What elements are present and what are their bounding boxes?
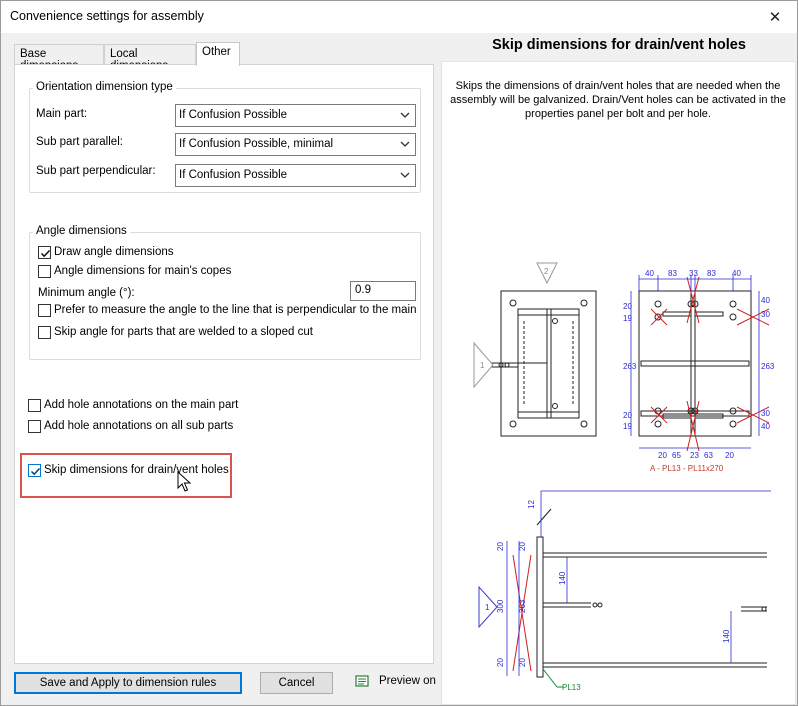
checkmark-icon: [30, 467, 41, 476]
main-part-value: If Confusion Possible: [179, 109, 288, 121]
weld-leader: [542, 668, 563, 688]
dim-right: 40: [761, 296, 770, 305]
dim-bottom: 20: [725, 451, 734, 460]
preview-label[interactable]: Preview on: [379, 675, 437, 687]
angle-copes-checkbox[interactable]: [38, 265, 51, 278]
dim-right: 40: [761, 422, 770, 431]
chevron-down-icon: [400, 141, 410, 147]
dim-right: 30: [761, 310, 770, 319]
weld-label: PL13: [562, 683, 581, 692]
view-marker-side: 1: [485, 603, 490, 612]
skip-drain-vent-checkbox[interactable]: [28, 464, 41, 477]
red-cross-marks: [650, 276, 770, 452]
skip-drain-vent-label: Skip dimensions for drain/vent holes: [44, 464, 229, 476]
dim-left: 19: [623, 422, 632, 431]
hole-annotations-sub-label: Add hole annotations on all sub parts: [44, 420, 234, 432]
skip-sloped-checkbox[interactable]: [38, 326, 51, 339]
view-marker-1: 1: [480, 361, 485, 370]
hole-annotations-main-label: Add hole annotations on the main part: [44, 399, 239, 411]
dim-side: 140: [558, 571, 567, 585]
title-bar: Convenience settings for assembly ✕: [1, 1, 797, 33]
skip-sloped-label: Skip angle for parts that are welded to …: [54, 326, 313, 338]
dim-bottom: 20: [658, 451, 667, 460]
sub-perp-value: If Confusion Possible: [179, 169, 288, 181]
sub-parallel-label: Sub part parallel:: [36, 136, 123, 148]
dim-top: 33: [689, 269, 698, 278]
dim-side: 20: [496, 542, 505, 551]
sub-parallel-value: If Confusion Possible, minimal: [179, 138, 334, 150]
info-description: Skips the dimensions of drain/vent holes…: [450, 80, 786, 120]
dim-left: 19: [623, 314, 632, 323]
prefer-perpendicular-checkbox[interactable]: [38, 304, 51, 317]
hole-annotations-sub-checkbox[interactable]: [28, 420, 41, 433]
angle-group-label: Angle dimensions: [33, 225, 130, 237]
close-icon[interactable]: ✕: [753, 1, 797, 33]
save-apply-label: Save and Apply to dimension rules: [39, 677, 217, 689]
dim-top: 40: [732, 269, 741, 278]
dim-top: 40: [645, 269, 654, 278]
preview-icon[interactable]: [355, 675, 369, 687]
main-part-select[interactable]: If Confusion Possible: [175, 104, 416, 127]
angle-copes-label: Angle dimensions for main's copes: [54, 265, 232, 277]
sub-perp-select[interactable]: If Confusion Possible: [175, 164, 416, 187]
info-title: Skip dimensions for drain/vent holes: [492, 37, 746, 53]
orientation-group-label: Orientation dimension type: [33, 81, 176, 93]
part-label: A - PL13 - PL11x270: [650, 464, 724, 473]
sub-parallel-select[interactable]: If Confusion Possible, minimal: [175, 133, 416, 156]
dim-bottom: 63: [704, 451, 713, 460]
min-angle-input[interactable]: 0.9: [350, 281, 416, 301]
mouse-cursor-icon: [177, 471, 192, 492]
save-apply-button[interactable]: Save and Apply to dimension rules: [14, 672, 242, 694]
dim-side: 300: [496, 599, 505, 613]
view-marker-2: 2: [544, 267, 549, 276]
cancel-button[interactable]: Cancel: [260, 672, 333, 694]
tab-local-dimensions[interactable]: Local dimensions: [104, 44, 196, 72]
sub-perp-label: Sub part perpendicular:: [36, 165, 156, 177]
dim-side: 263: [518, 599, 527, 613]
side-view: [478, 508, 767, 678]
side-dim-text: 12 20 300 20 263 20 20 140 140: [496, 500, 731, 667]
chevron-down-icon: [400, 112, 410, 118]
chevron-down-icon: [400, 172, 410, 178]
dim-side: 20: [518, 658, 527, 667]
prefer-perpendicular-label: Prefer to measure the angle to the line …: [54, 304, 417, 316]
plate-dim-text: 40 83 33 83 40 20 65 23 63 20 19 20 263 …: [623, 269, 775, 460]
dim-right: 263: [761, 362, 775, 371]
window-title: Convenience settings for assembly: [10, 9, 204, 23]
dialog-window: Convenience settings for assembly ✕ Base…: [0, 0, 798, 706]
dim-side: 20: [496, 658, 505, 667]
main-part-label: Main part:: [36, 108, 88, 120]
min-angle-label: Minimum angle (°):: [38, 287, 135, 299]
tab-other[interactable]: Other: [196, 42, 240, 66]
draw-angle-checkbox[interactable]: [38, 246, 51, 259]
dim-side: 12: [527, 500, 536, 509]
dim-left: 20: [623, 411, 632, 420]
checkmark-icon: [40, 249, 51, 258]
dim-right: 30: [761, 409, 770, 418]
dim-top: 83: [707, 269, 716, 278]
dim-top: 83: [668, 269, 677, 278]
example-drawing: 1 2 40 83 33 83 40 20 65 23 63 20 19 20 …: [473, 262, 775, 692]
dim-left: 263: [623, 362, 637, 371]
cancel-label: Cancel: [278, 677, 315, 689]
min-angle-value: 0.9: [355, 284, 371, 296]
dim-side: 140: [722, 629, 731, 643]
tab-base-dimensions[interactable]: Base dimensions: [14, 44, 104, 72]
plate-view: [638, 290, 752, 437]
hole-annotations-main-checkbox[interactable]: [28, 399, 41, 412]
dim-side: 20: [518, 542, 527, 551]
dim-bottom: 65: [672, 451, 681, 460]
dim-bottom: 23: [690, 451, 699, 460]
draw-angle-label: Draw angle dimensions: [54, 246, 174, 258]
tab-label: Other: [202, 46, 231, 58]
dim-left: 20: [623, 302, 632, 311]
side-dim-lines: [506, 490, 771, 676]
front-view: [473, 262, 597, 437]
